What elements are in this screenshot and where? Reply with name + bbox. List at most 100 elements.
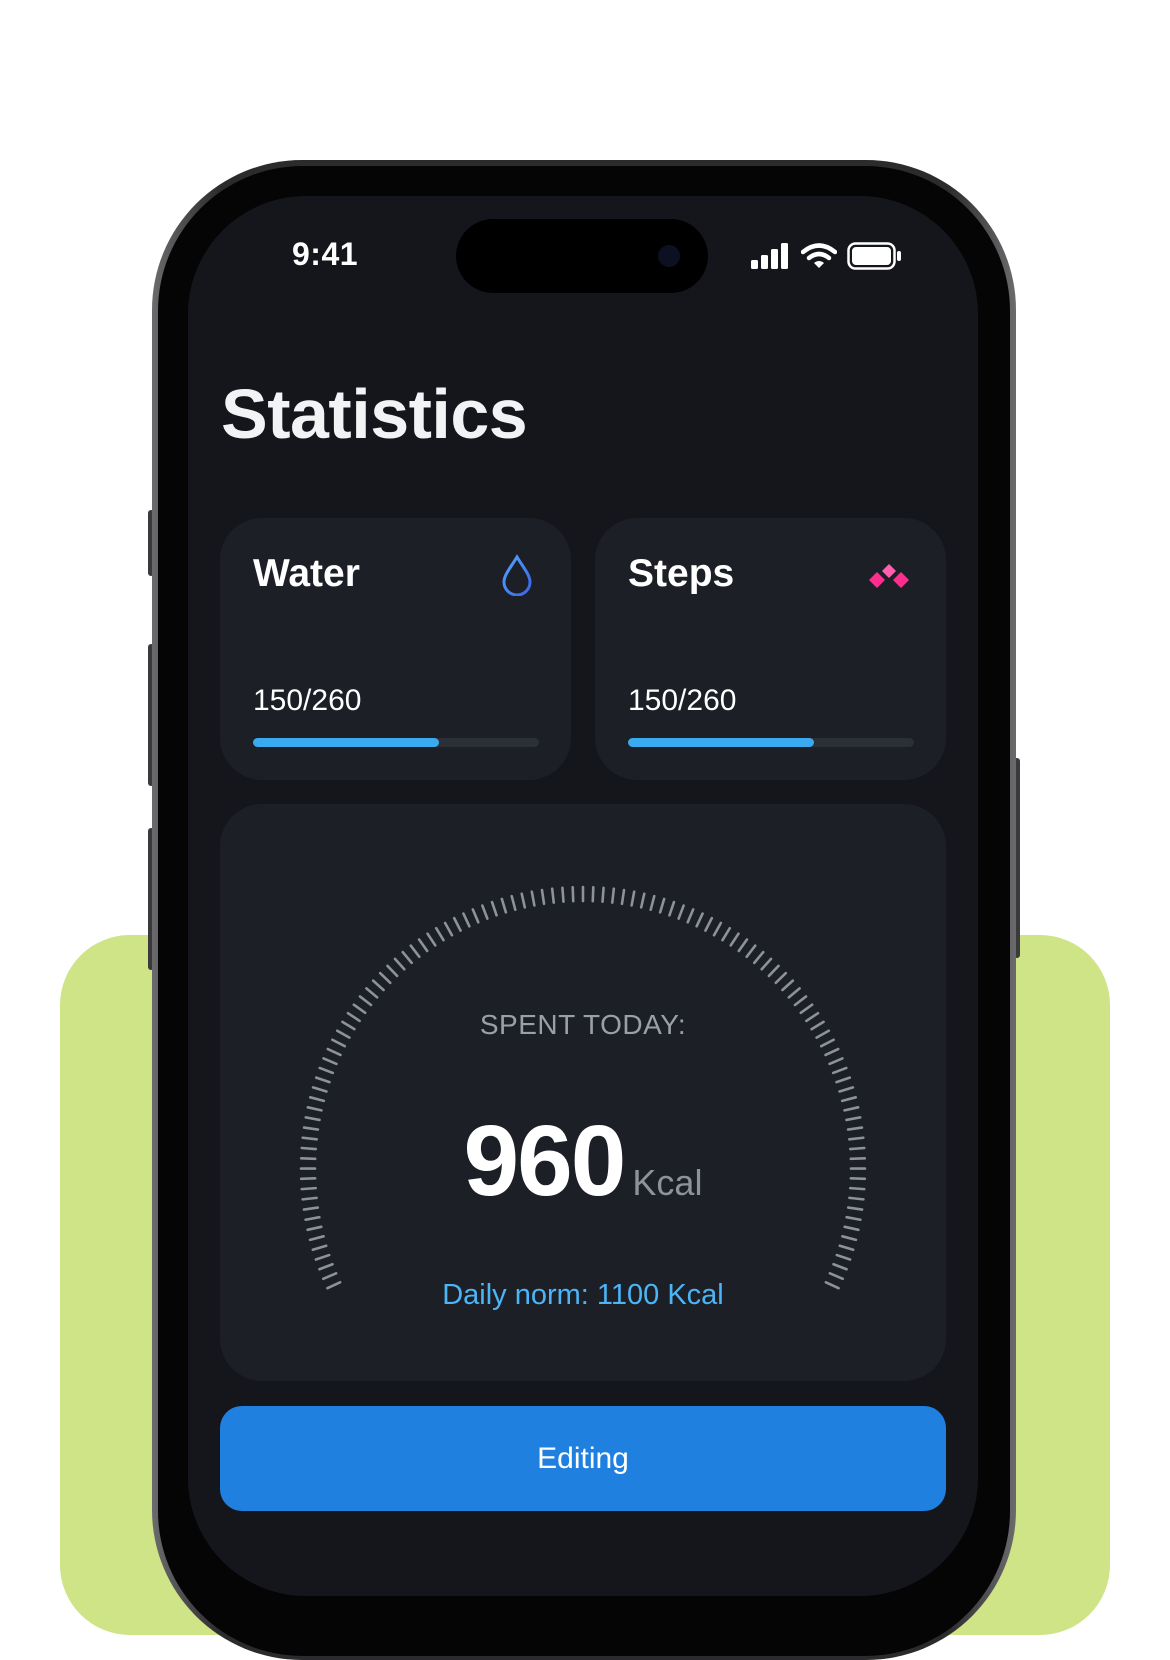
gauge-tick (834, 1264, 847, 1269)
gauge-tick (310, 1097, 324, 1101)
status-icons (751, 242, 903, 270)
gauge-tick (313, 1087, 326, 1091)
gauge-tick (697, 914, 703, 927)
gauge-tick (837, 1078, 850, 1083)
gauge-tick (319, 1264, 332, 1269)
gauge-tick (320, 1068, 333, 1073)
gauge-tick (454, 918, 460, 930)
gauge-tick (622, 890, 624, 904)
gauge-tick (482, 906, 487, 919)
gauge-tick (795, 996, 806, 1005)
calories-unit: Kcal (632, 1162, 702, 1203)
gauge-tick (688, 909, 693, 922)
gauge-tick (573, 887, 574, 901)
gauge-tick (705, 918, 711, 930)
gauge-tick (739, 940, 747, 951)
gauge-tick (754, 952, 763, 963)
gauge-tick (833, 1068, 846, 1073)
water-drop-icon (501, 554, 533, 601)
gauge-tick (762, 959, 771, 969)
gauge-tick (463, 914, 469, 927)
gauge-tick (308, 1227, 322, 1230)
gauge-tick (532, 892, 535, 906)
gauge-tick (842, 1236, 856, 1240)
gauge-tick (502, 899, 506, 912)
editing-button[interactable]: Editing (220, 1406, 946, 1511)
steps-label: Steps (628, 552, 734, 596)
gauge-tick (603, 888, 604, 902)
gauge-tick (632, 892, 635, 906)
calories-readout: 960Kcal (220, 1104, 946, 1219)
water-progress-fill (253, 738, 439, 747)
gauge-tick (419, 940, 427, 951)
gauge-tick (641, 894, 644, 908)
gauge-tick (837, 1255, 850, 1259)
gauge-tick (660, 899, 664, 912)
gauge-tick (395, 959, 404, 969)
gauge-tick (522, 894, 525, 908)
gauge-tick (316, 1078, 329, 1083)
steps-card[interactable]: Steps 150/260 (595, 518, 946, 780)
gauge-tick (542, 890, 544, 904)
gauge-tick (552, 889, 554, 903)
water-card[interactable]: Water 150/260 (220, 518, 571, 780)
gauge-tick (562, 888, 563, 902)
gauge-tick (366, 988, 377, 997)
steps-diamond-icon (866, 564, 912, 593)
gauge-tick (403, 952, 412, 963)
gauge-tick (845, 1227, 859, 1230)
steps-progress-track (628, 738, 914, 747)
gauge-tick (679, 906, 684, 919)
gauge-tick (445, 923, 452, 935)
gauge-tick (593, 887, 594, 901)
gauge-tick (473, 909, 478, 922)
gauge-tick (669, 902, 674, 915)
gauge-tick (840, 1087, 853, 1091)
gauge-tick (747, 946, 756, 957)
gauge-tick (731, 934, 739, 946)
gauge-tick (840, 1246, 853, 1250)
gauge-tick (324, 1058, 337, 1063)
gauge-tick (776, 973, 786, 983)
gauge-tick (313, 1246, 326, 1250)
gauge-tick (373, 981, 383, 990)
water-progress-track (253, 738, 539, 747)
gauge-tick (316, 1255, 329, 1259)
page-title: Statistics (221, 374, 527, 454)
calories-value: 960 (464, 1105, 625, 1217)
gauge-tick (380, 973, 390, 983)
battery-icon (847, 242, 903, 270)
gauge-tick (428, 934, 436, 946)
gauge-tick (722, 928, 729, 940)
gauge-tick (830, 1058, 843, 1063)
gauge-tick (387, 966, 397, 976)
gauge-tick (651, 896, 655, 910)
gauge-tick (769, 966, 779, 976)
phone-screen: 9:41 Statistics Water (188, 196, 978, 1596)
gauge-tick (492, 902, 497, 915)
calories-card: SPENT TODAY: 960Kcal Daily norm: 1100 Kc… (220, 804, 946, 1381)
gauge-tick (789, 988, 800, 997)
gauge-tick (360, 996, 371, 1005)
spent-today-label: SPENT TODAY: (220, 1009, 946, 1041)
gauge-tick (328, 1049, 341, 1055)
gauge-tick (612, 889, 614, 903)
wifi-icon (801, 243, 837, 269)
gauge-tick (512, 896, 516, 910)
gauge-tick (826, 1049, 839, 1055)
gauge-tick (323, 1273, 336, 1278)
gauge-tick (830, 1273, 843, 1278)
gauge-tick (310, 1236, 324, 1240)
status-time: 9:41 (292, 236, 358, 273)
gauge-tick (782, 981, 792, 990)
steps-progress-fill (628, 738, 814, 747)
gauge-tick (436, 928, 443, 940)
gauge-tick (714, 923, 721, 935)
camera-icon (658, 245, 680, 267)
water-label: Water (253, 552, 360, 596)
daily-norm-text: Daily norm: 1100 Kcal (220, 1279, 946, 1312)
signal-icon (751, 243, 791, 269)
steps-value: 150/260 (628, 684, 736, 718)
gauge-tick (842, 1097, 856, 1101)
dynamic-island (456, 219, 708, 293)
